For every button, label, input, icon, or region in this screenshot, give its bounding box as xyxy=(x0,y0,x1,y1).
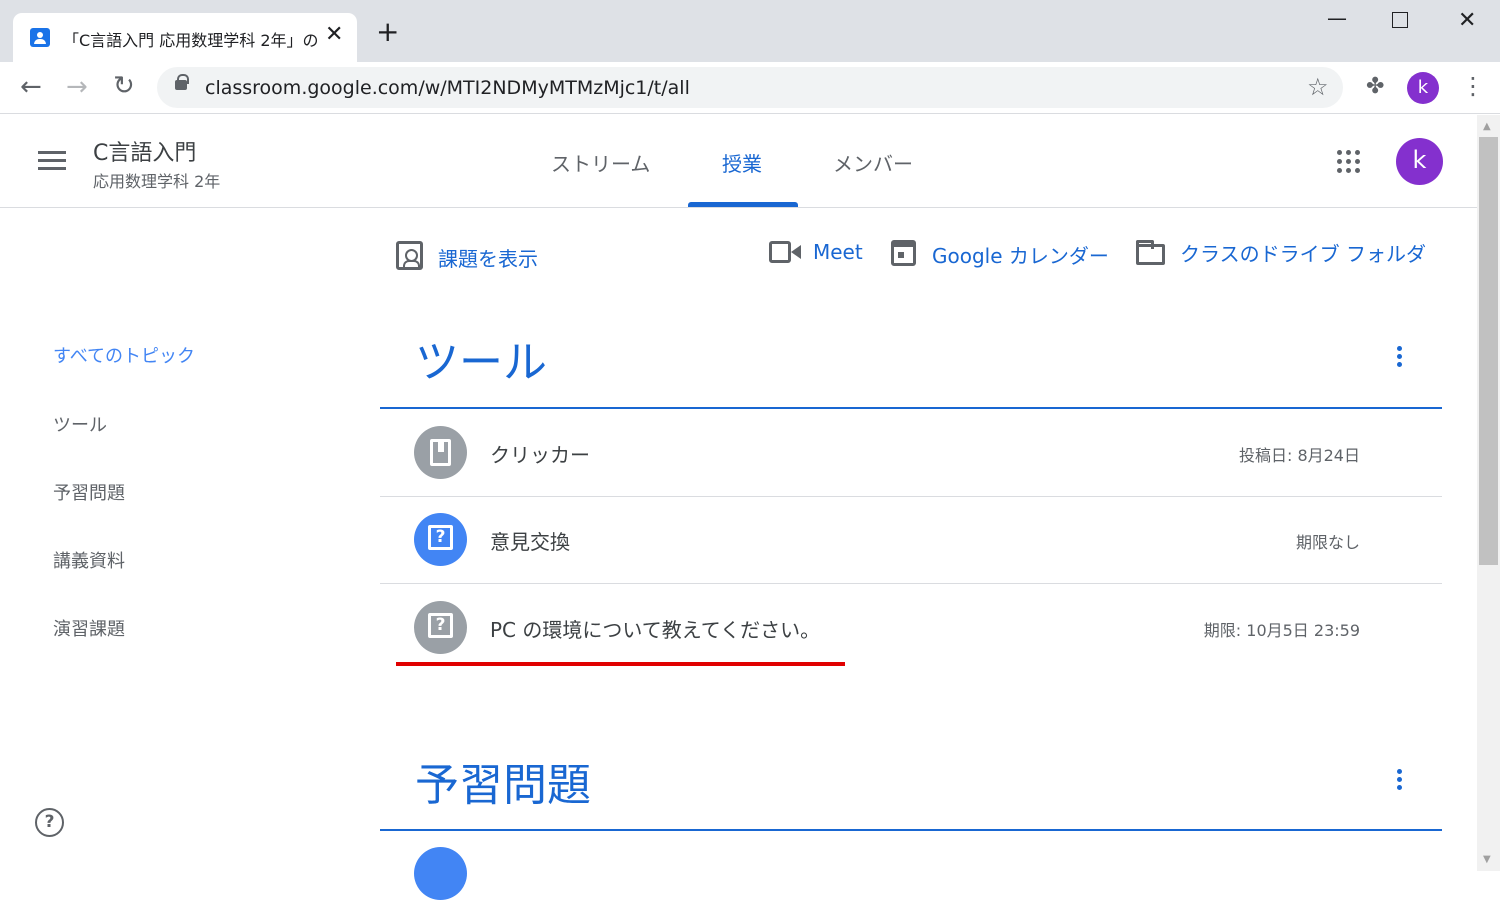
browser-tab[interactable]: 「C言語入門 応用数理学科 2年」の ✕ xyxy=(13,13,357,62)
active-tab-indicator xyxy=(688,202,798,207)
tab-people[interactable]: メンバー xyxy=(833,148,913,177)
topic-preview-problems[interactable]: 予習問題 xyxy=(53,479,125,505)
reload-icon[interactable]: ↻ xyxy=(113,71,135,101)
item-date: 投稿日: 8月24日 xyxy=(1238,446,1360,465)
browser-titlebar: 「C言語入門 応用数理学科 2年」の ✕ + — ✕ xyxy=(0,0,1500,62)
question-icon: ? xyxy=(414,513,467,566)
back-arrow-icon[interactable]: ← xyxy=(20,72,42,102)
tab-title: 「C言語入門 応用数理学科 2年」の xyxy=(63,31,317,50)
close-tab-icon[interactable]: ✕ xyxy=(325,22,343,47)
scroll-up-icon[interactable]: ▲ xyxy=(1483,121,1491,132)
assignment-item-icon xyxy=(414,847,467,900)
highlight-underline xyxy=(396,662,845,666)
tab-stream[interactable]: ストリーム xyxy=(551,148,650,177)
item-date: 期限なし xyxy=(1295,533,1360,552)
page-scrollbar[interactable]: ▲ ▼ xyxy=(1477,115,1500,871)
classroom-header: C言語入門 応用数理学科 2年 ストリーム 授業 メンバー k xyxy=(0,115,1477,208)
item-title[interactable]: 意見交換 xyxy=(490,526,570,555)
google-apps-icon[interactable] xyxy=(1337,150,1363,176)
item-title[interactable]: クリッカー xyxy=(490,439,590,468)
topic-exercises[interactable]: 演習課題 xyxy=(53,615,125,641)
browser-menu-icon[interactable]: ⋮ xyxy=(1461,72,1485,100)
material-icon xyxy=(414,426,467,479)
url-text: classroom.google.com/w/MTI2NDMyMTMzMjc1/… xyxy=(205,77,690,99)
assignment-icon xyxy=(396,241,423,270)
section-title-tools: ツール xyxy=(415,337,547,388)
drive-folder-link[interactable]: クラスのドライブ フォルダ xyxy=(1180,238,1426,267)
topic-lecture-materials[interactable]: 講義資料 xyxy=(53,547,125,573)
item-date: 期限: 10月5日 23:59 xyxy=(1203,621,1360,640)
minimize-icon[interactable]: — xyxy=(1327,6,1347,30)
section-title-preview: 予習問題 xyxy=(415,760,591,811)
class-section: 応用数理学科 2年 xyxy=(93,172,221,191)
browser-toolbar: ← → ↻ classroom.google.com/w/MTI2NDMyMTM… xyxy=(0,62,1500,114)
close-window-icon[interactable]: ✕ xyxy=(1458,8,1476,33)
extensions-puzzle-icon[interactable]: ✤ xyxy=(1366,74,1384,99)
maximize-icon[interactable] xyxy=(1392,12,1408,28)
topic-tools[interactable]: ツール xyxy=(53,411,107,437)
section-divider xyxy=(380,407,1442,409)
section-more-icon[interactable] xyxy=(1397,346,1405,370)
address-bar[interactable]: classroom.google.com/w/MTI2NDMyMTMzMjc1/… xyxy=(157,67,1343,108)
calendar-link[interactable]: Google カレンダー xyxy=(932,240,1109,269)
help-icon[interactable]: ? xyxy=(35,808,64,837)
bookmark-star-icon[interactable]: ☆ xyxy=(1307,73,1329,101)
meet-link[interactable]: Meet xyxy=(813,240,863,264)
main-menu-icon[interactable] xyxy=(38,151,66,171)
class-name[interactable]: C言語入門 xyxy=(93,135,196,167)
section-more-icon[interactable] xyxy=(1397,769,1405,793)
calendar-icon xyxy=(891,240,916,266)
scroll-thumb[interactable] xyxy=(1479,137,1498,565)
browser-profile-avatar[interactable]: k xyxy=(1407,72,1439,104)
scroll-down-icon[interactable]: ▼ xyxy=(1483,854,1491,865)
question-icon: ? xyxy=(414,601,467,654)
row-divider xyxy=(380,583,1442,584)
forward-arrow-icon[interactable]: → xyxy=(66,72,88,102)
folder-icon xyxy=(1136,240,1165,265)
row-divider xyxy=(380,496,1442,497)
item-title[interactable]: PC の環境について教えてください。 xyxy=(490,614,820,643)
new-tab-icon[interactable]: + xyxy=(376,18,399,46)
meet-camera-icon xyxy=(769,241,801,263)
section-divider xyxy=(380,829,1442,831)
lock-icon xyxy=(175,74,189,90)
tab-classwork[interactable]: 授業 xyxy=(722,148,762,177)
classroom-favicon-icon xyxy=(30,28,50,47)
topic-all[interactable]: すべてのトピック xyxy=(53,342,195,368)
account-avatar[interactable]: k xyxy=(1396,138,1443,185)
view-assignments-link[interactable]: 課題を表示 xyxy=(438,243,538,272)
